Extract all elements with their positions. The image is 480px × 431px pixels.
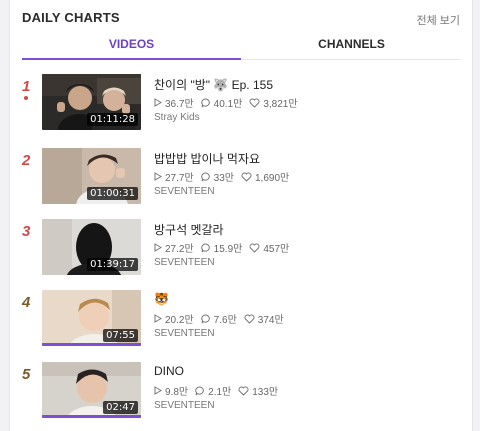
views-count: 36.7만 [165,99,194,110]
comments-stat: 7.6만 [200,311,237,326]
channel-name[interactable]: SEVENTEEN [154,400,454,411]
duration-badge: 01:39:17 [87,258,138,271]
channel-name[interactable]: Stray Kids [154,112,454,123]
play-icon [154,386,162,395]
likes-count: 133만 [252,387,279,398]
video-title[interactable]: 찬이의 "방" 🐺 Ep. 155 [154,76,454,92]
video-info: 찬이의 "방" 🐺 Ep. 155 36.7만 40.1만 3,821만 Str… [154,76,454,123]
view-all-link[interactable]: 전체 보기 [416,12,460,28]
views-stat: 27.2만 [154,240,194,255]
video-title[interactable]: 밥밥밥 밥이나 먹자요 [154,150,454,166]
comments-stat: 15.9만 [200,240,243,255]
rank-number: 4 [22,294,31,311]
duration-badge: 01:00:31 [87,187,138,200]
video-item[interactable]: 3 01:39:17 방구석 멧갈라 27.2만 15.9만 457만 SEVE… [22,219,462,279]
watch-progress-bar [42,343,141,346]
channel-name[interactable]: SEVENTEEN [154,328,454,339]
likes-stat: 374만 [244,311,284,326]
video-thumbnail[interactable]: 07:55 [42,290,141,346]
views-stat: 20.2만 [154,311,194,326]
video-item[interactable]: 5 02:47 DINO 9.8만 2.1만 133만 SEVENTEEN [22,362,462,422]
views-count: 20.2만 [165,315,194,326]
video-stats: 9.8만 2.1만 133만 [154,383,454,398]
rank-new-indicator [24,96,28,100]
comment-icon [200,172,210,181]
comments-stat: 33만 [200,169,234,184]
video-thumbnail[interactable]: 01:00:31 [42,148,141,204]
rank-number: 5 [22,366,31,383]
heart-icon [244,314,255,324]
likes-stat: 3,821만 [249,95,298,110]
video-stats: 27.2만 15.9만 457만 [154,240,454,255]
play-icon [154,172,162,181]
duration-badge: 01:11:28 [87,113,138,126]
heart-icon [249,98,260,108]
heart-icon [249,243,260,253]
views-count: 27.2만 [165,244,194,255]
comment-icon [200,98,210,107]
tab-channels[interactable]: CHANNELS [241,32,462,60]
video-stats: 36.7만 40.1만 3,821만 [154,95,454,110]
daily-charts-card: DAILY CHARTS 전체 보기 VIDEOS CHANNELS 1 01:… [9,0,473,431]
likes-count: 374만 [257,315,284,326]
rank-number: 1 [22,78,31,95]
video-item[interactable]: 4 07:55 🐯 20.2만 7.6만 374만 SEVENTEEN [22,290,462,350]
comment-icon [195,386,204,395]
views-stat: 9.8만 [154,383,188,398]
likes-stat: 1,690만 [241,169,289,184]
views-count: 27.7만 [165,173,194,184]
comments-count: 2.1만 [208,387,232,398]
video-thumbnail[interactable]: 01:11:28 [42,74,141,130]
video-thumbnail[interactable]: 01:39:17 [42,219,141,275]
comments-stat: 40.1만 [200,95,243,110]
views-count: 9.8만 [165,387,189,398]
comments-count: 7.6만 [213,315,237,326]
likes-count: 3,821만 [263,99,298,110]
rank-number: 3 [22,223,31,240]
video-info: 밥밥밥 밥이나 먹자요 27.7만 33만 1,690만 SEVENTEEN [154,150,454,197]
comment-icon [200,243,210,252]
play-icon [154,243,162,252]
heart-icon [238,386,249,396]
video-stats: 20.2만 7.6만 374만 [154,311,454,326]
comments-count: 40.1만 [213,99,243,110]
comments-count: 33만 [213,173,234,184]
views-stat: 27.7만 [154,169,194,184]
charts-header: DAILY CHARTS 전체 보기 [22,10,460,30]
heart-icon [241,172,252,182]
likes-count: 457만 [263,244,290,255]
views-stat: 36.7만 [154,95,194,110]
section-title: DAILY CHARTS [22,10,120,25]
video-item[interactable]: 1 01:11:28 찬이의 "방" 🐺 Ep. 155 36.7만 40.1만… [22,74,462,134]
video-stats: 27.7만 33만 1,690만 [154,169,454,184]
channel-name[interactable]: SEVENTEEN [154,257,454,268]
comment-icon [200,314,210,323]
video-title[interactable]: 🐯 [154,292,454,308]
channel-name[interactable]: SEVENTEEN [154,186,454,197]
video-item[interactable]: 2 01:00:31 밥밥밥 밥이나 먹자요 27.7만 33만 1,690만 … [22,148,462,208]
watch-progress-bar [42,415,141,418]
play-icon [154,314,162,323]
likes-stat: 457만 [249,240,289,255]
video-title[interactable]: DINO [154,364,454,380]
comments-stat: 2.1만 [195,383,231,398]
video-info: DINO 9.8만 2.1만 133만 SEVENTEEN [154,364,454,411]
video-title[interactable]: 방구석 멧갈라 [154,221,454,237]
video-info: 🐯 20.2만 7.6만 374만 SEVENTEEN [154,292,454,339]
video-thumbnail[interactable]: 02:47 [42,362,141,418]
comments-count: 15.9만 [213,244,243,255]
duration-badge: 02:47 [103,401,138,414]
duration-badge: 07:55 [103,329,138,342]
video-info: 방구석 멧갈라 27.2만 15.9만 457만 SEVENTEEN [154,221,454,268]
rank-number: 2 [22,152,31,169]
tab-videos[interactable]: VIDEOS [22,32,241,60]
likes-count: 1,690만 [255,173,290,184]
likes-stat: 133만 [238,383,278,398]
play-icon [154,98,162,107]
chart-tabs: VIDEOS CHANNELS [22,32,460,60]
